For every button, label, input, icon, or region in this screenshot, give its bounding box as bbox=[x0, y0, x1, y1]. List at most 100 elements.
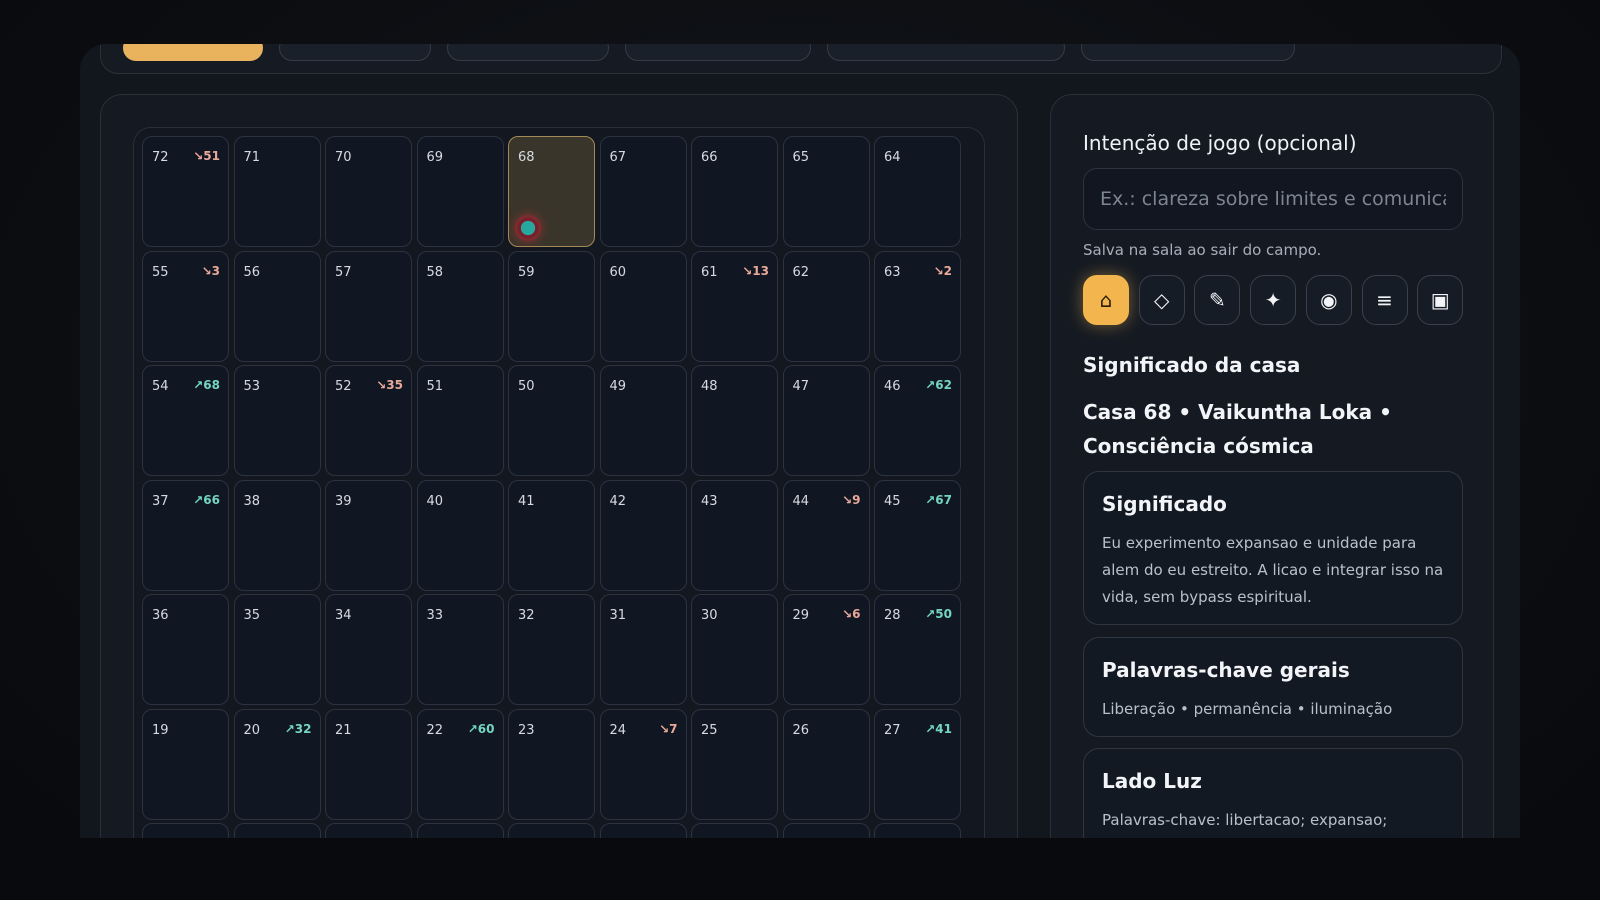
tab-3[interactable] bbox=[447, 44, 609, 61]
board-cell-26[interactable]: 26 bbox=[782, 708, 870, 820]
cell-number: 48 bbox=[701, 379, 718, 394]
board-cell-47[interactable]: 47 bbox=[782, 365, 870, 476]
arrow-down-right-icon: ↘ bbox=[742, 263, 753, 278]
player-token[interactable] bbox=[515, 215, 541, 241]
tab-5[interactable] bbox=[827, 44, 1065, 61]
board-cell-54[interactable]: 54 ↗68 bbox=[142, 365, 229, 476]
cell-number: 60 bbox=[609, 264, 627, 280]
tab-2[interactable] bbox=[279, 44, 431, 61]
board-cell-21[interactable]: 21 bbox=[325, 708, 412, 820]
board-cell-48[interactable]: 48 bbox=[691, 365, 778, 476]
section-title: Significado da casa bbox=[1083, 353, 1301, 377]
jump-target: 3 bbox=[211, 263, 220, 278]
board-cell-30[interactable]: 30 bbox=[691, 594, 778, 705]
board-cell-52[interactable]: 52 ↘35 bbox=[325, 365, 412, 476]
board-cell-59[interactable]: 59 bbox=[508, 250, 595, 362]
board-cell-46[interactable]: 46 ↗62 bbox=[874, 365, 961, 476]
board-cell-35[interactable]: 35 bbox=[233, 594, 321, 705]
pencil-button[interactable]: ✎ bbox=[1194, 275, 1241, 325]
card-text: Palavras-chave: libertacao; expansao; bbox=[1102, 811, 1388, 829]
board-cell-57[interactable]: 57 bbox=[325, 250, 412, 362]
intent-input[interactable] bbox=[1083, 168, 1463, 230]
board-cell-25[interactable]: 25 bbox=[691, 708, 778, 820]
board-cell-70[interactable]: 70 bbox=[325, 136, 412, 247]
cell-number: 57 bbox=[335, 264, 352, 280]
tab-1[interactable] bbox=[123, 44, 263, 61]
snake-indicator: ↘2 bbox=[934, 264, 952, 278]
arrow-up-right-icon: ↗ bbox=[193, 378, 204, 392]
board-cell-56[interactable]: 56 bbox=[233, 250, 321, 362]
board-cell-34[interactable]: 34 bbox=[325, 594, 412, 705]
board-cell-68[interactable]: 68 bbox=[508, 136, 595, 247]
board-cell-36[interactable]: 36 bbox=[142, 594, 229, 705]
cell-number: 19 bbox=[152, 722, 169, 738]
board-cell-51[interactable]: 51 bbox=[416, 365, 504, 476]
board-cell-65[interactable]: 65 bbox=[782, 136, 870, 247]
list-button[interactable]: ≡ bbox=[1361, 275, 1408, 325]
board-cell-29[interactable]: 29 ↘6 bbox=[782, 594, 870, 705]
tab-6[interactable] bbox=[1081, 44, 1295, 61]
board-cell-22[interactable]: 22 ↗60 bbox=[416, 708, 504, 820]
cell-number: 55 bbox=[152, 264, 169, 280]
board-cell-20[interactable]: 20 ↗32 bbox=[233, 708, 321, 820]
board-cell-58[interactable]: 58 bbox=[416, 250, 504, 362]
board-cell-64[interactable]: 64 bbox=[874, 136, 961, 247]
board-cell-44[interactable]: 44 ↘9 bbox=[782, 479, 870, 591]
cell-number: 28 bbox=[884, 608, 901, 623]
board-cell-55[interactable]: 55 ↘3 bbox=[142, 250, 229, 362]
square-button[interactable]: ▣ bbox=[1417, 275, 1464, 325]
board-cell-38[interactable]: 38 bbox=[233, 479, 321, 591]
card-title: Significado bbox=[1102, 492, 1227, 516]
ladder-indicator: ↗62 bbox=[925, 378, 952, 392]
board-cell-33[interactable]: 33 bbox=[416, 594, 504, 705]
jump-target: 41 bbox=[935, 721, 952, 736]
board-cell-19[interactable]: 19 bbox=[142, 708, 229, 820]
board-cell-43[interactable]: 43 bbox=[691, 479, 778, 591]
ladder-indicator: ↗60 bbox=[468, 722, 495, 736]
cell-number: 56 bbox=[243, 264, 261, 280]
diamond-button[interactable]: ◇ bbox=[1138, 275, 1185, 325]
board-cell-49[interactable]: 49 bbox=[599, 365, 687, 476]
board-cell-61[interactable]: 61 ↘13 bbox=[691, 250, 778, 362]
board-cell-71[interactable]: 71 bbox=[233, 136, 321, 247]
cell-number: 44 bbox=[792, 493, 810, 509]
board-cell-41[interactable]: 41 bbox=[508, 479, 595, 591]
board-cell-31[interactable]: 31 bbox=[599, 594, 687, 705]
board-cell-28[interactable]: 28 ↗50 bbox=[874, 594, 961, 705]
board-cell-62[interactable]: 62 bbox=[782, 250, 870, 362]
board-cell-63[interactable]: 63 ↘2 bbox=[874, 250, 961, 362]
board-cell-27[interactable]: 27 ↗41 bbox=[874, 708, 961, 820]
board-cell-50[interactable]: 50 bbox=[508, 365, 595, 476]
board-cell-67[interactable]: 67 bbox=[599, 136, 687, 247]
board-cell-32[interactable]: 32 bbox=[508, 594, 595, 705]
board-cell-60[interactable]: 60 bbox=[599, 250, 687, 362]
board-cell-37[interactable]: 37 ↗66 bbox=[142, 479, 229, 591]
cell-number: 52 bbox=[335, 379, 352, 394]
board-cell-69[interactable]: 69 bbox=[416, 136, 504, 247]
board-cell-39[interactable]: 39 bbox=[325, 479, 412, 591]
cell-number: 30 bbox=[701, 608, 718, 623]
meaning-card: Significado Eu experimento expansao e un… bbox=[1083, 471, 1463, 625]
board-cell-40[interactable]: 40 bbox=[416, 479, 504, 591]
game-board: 72 ↘51 71 70 69 68 67 66 65 64 55 ↘3 56 57 58 59 60 61 ↘13… bbox=[133, 127, 985, 856]
jump-target: 68 bbox=[203, 378, 220, 392]
board-cell-23[interactable]: 23 bbox=[508, 708, 595, 820]
ladder-indicator: ↗67 bbox=[925, 493, 952, 507]
ladder-indicator: ↗66 bbox=[193, 493, 220, 507]
board-cell-42[interactable]: 42 bbox=[599, 479, 687, 591]
cell-number: 50 bbox=[518, 379, 535, 394]
jump-target: 6 bbox=[852, 607, 861, 621]
board-cell-24[interactable]: 24 ↘7 bbox=[599, 708, 687, 820]
cell-number: 46 bbox=[884, 379, 901, 394]
sparkle-button[interactable]: ✦ bbox=[1250, 275, 1297, 325]
house-button[interactable]: ⌂ bbox=[1083, 275, 1129, 325]
board-cell-53[interactable]: 53 bbox=[233, 365, 321, 476]
board-cell-45[interactable]: 45 ↗67 bbox=[874, 479, 961, 591]
cell-number: 66 bbox=[701, 150, 718, 165]
board-cell-66[interactable]: 66 bbox=[691, 136, 778, 247]
circle-target-button[interactable]: ◉ bbox=[1305, 275, 1352, 325]
card-title: Palavras-chave gerais bbox=[1102, 658, 1350, 682]
snake-indicator: ↘6 bbox=[842, 607, 860, 621]
board-cell-72[interactable]: 72 ↘51 bbox=[142, 136, 229, 247]
tab-4[interactable] bbox=[625, 44, 811, 61]
